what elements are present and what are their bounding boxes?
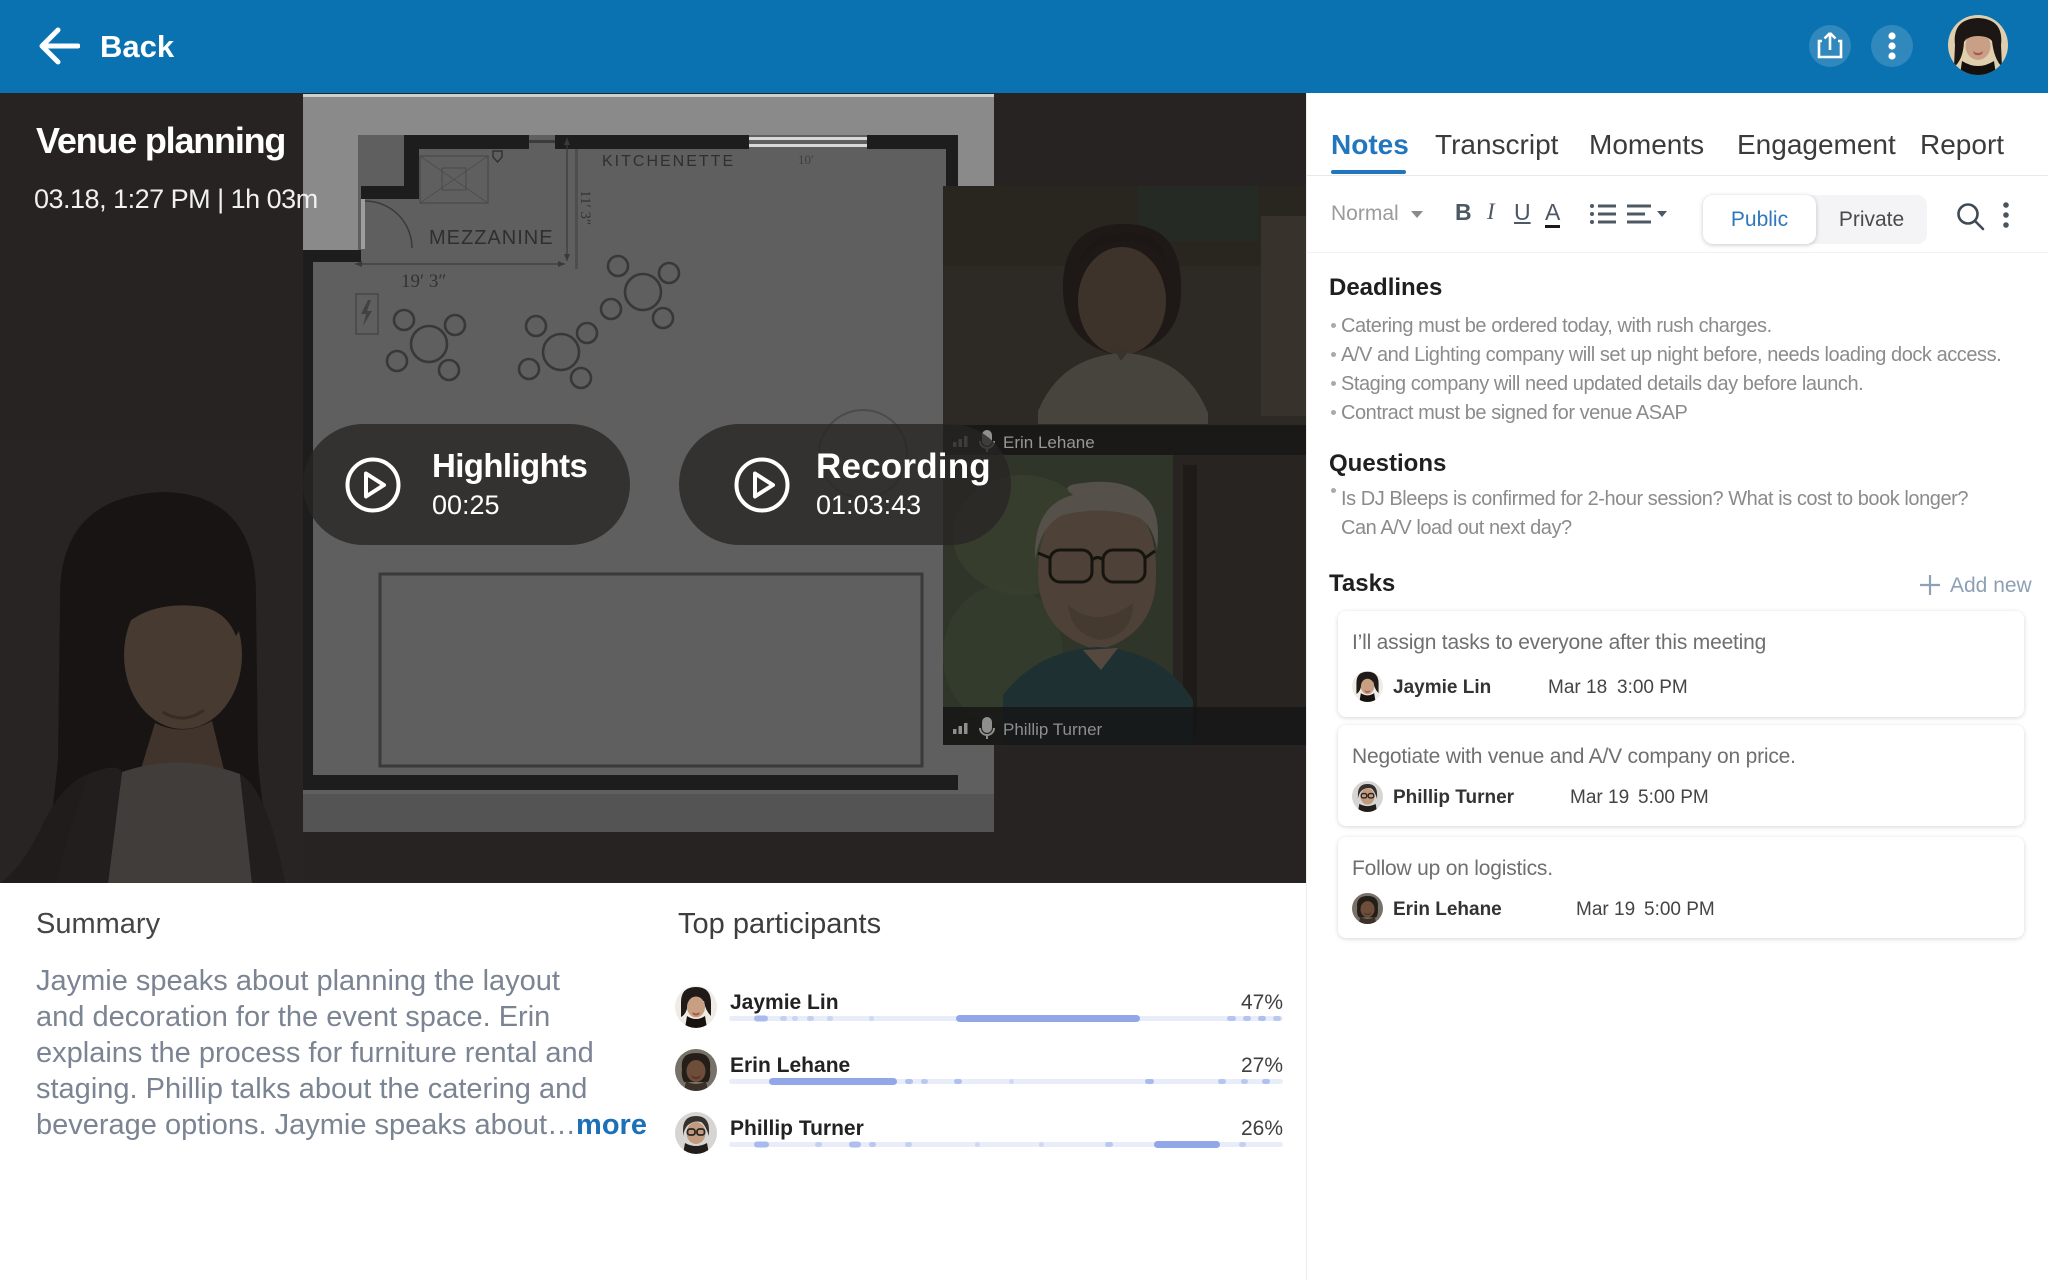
svg-text:11′ 3″: 11′ 3″ — [577, 190, 593, 225]
svg-text:MEZZANINE: MEZZANINE — [429, 227, 554, 249]
svg-text:10′: 10′ — [798, 152, 814, 167]
svg-text:Phillip Turner: Phillip Turner — [1003, 720, 1103, 739]
svg-text:KITCHENETTE: KITCHENETTE — [602, 153, 735, 170]
svg-text:19′ 3″: 19′ 3″ — [401, 271, 446, 292]
svg-text:Erin Lehane: Erin Lehane — [1003, 433, 1095, 452]
